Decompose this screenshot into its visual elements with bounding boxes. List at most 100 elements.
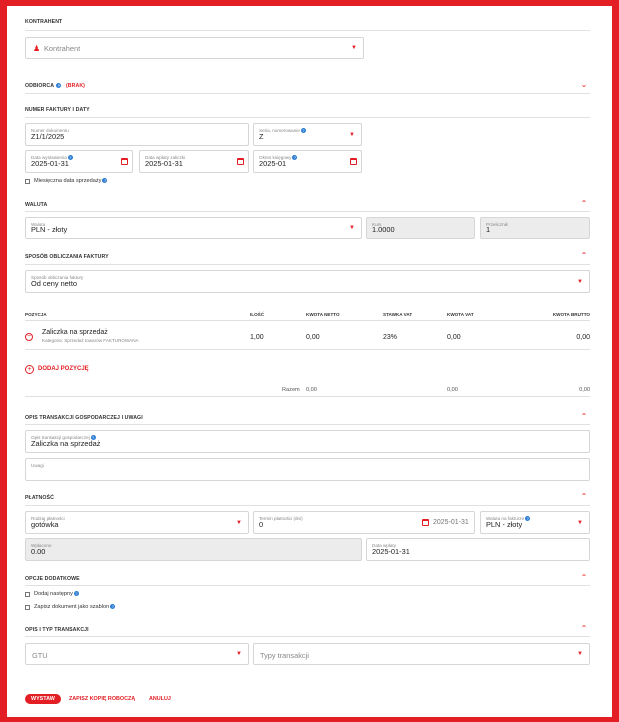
advance-date-field[interactable]: Data wpłaty zaliczki 2025-01-31 bbox=[139, 150, 249, 173]
odbiorca-status: (brak) bbox=[65, 83, 85, 89]
add-item-link[interactable]: Dodaj pozycję bbox=[38, 366, 89, 372]
divider bbox=[25, 349, 590, 350]
section-kontrahent-title: Kontrahent bbox=[25, 19, 63, 25]
section-typ-title: Opis i typ transakcji bbox=[25, 627, 89, 633]
kontrahent-placeholder: Kontrahent bbox=[44, 44, 81, 53]
monthly-date-label: Miesięczna data sprzedaży? bbox=[34, 178, 108, 184]
row-brutto: 0,00 bbox=[576, 334, 590, 341]
calendar-icon[interactable] bbox=[422, 519, 429, 526]
totals-label: Razem bbox=[282, 387, 300, 393]
field-value: 2025-01-31 bbox=[145, 159, 183, 168]
divider bbox=[25, 264, 590, 265]
payment-due-date: 2025-01-31 bbox=[433, 519, 469, 526]
gtu-select[interactable]: GTU ▼ bbox=[25, 643, 249, 665]
converter-field[interactable]: Przelicznik 1 bbox=[480, 217, 590, 239]
field-value: Z bbox=[259, 132, 264, 141]
divider bbox=[25, 30, 590, 31]
collapse-chevron-icon[interactable]: ⌃ bbox=[580, 200, 588, 208]
payment-date-field[interactable]: Data wpłaty 2025-01-31 bbox=[366, 538, 590, 561]
collapse-chevron-icon[interactable]: ⌃ bbox=[580, 493, 588, 501]
divider bbox=[25, 396, 590, 397]
cancel-button[interactable]: Anuluj bbox=[149, 696, 171, 702]
calendar-icon[interactable] bbox=[237, 157, 244, 165]
collapse-chevron-icon[interactable]: ⌃ bbox=[580, 252, 588, 260]
kontrahent-select[interactable]: ♟ Kontrahent ▼ bbox=[25, 37, 364, 59]
section-opis-title: Opis transakcji gospodarczej i uwagi bbox=[25, 415, 143, 421]
odbiorca-label: Odbiorca bbox=[25, 83, 54, 89]
expand-chevron-icon[interactable]: ⌄ bbox=[580, 81, 588, 89]
remove-row-icon[interactable]: − bbox=[25, 333, 33, 341]
collapse-chevron-icon[interactable]: ⌃ bbox=[580, 625, 588, 633]
calendar-icon[interactable] bbox=[350, 157, 357, 165]
divider bbox=[25, 320, 590, 321]
chevron-down-icon: ▼ bbox=[577, 278, 583, 285]
field-value: Z1/1/2025 bbox=[31, 132, 65, 141]
section-waluta-title: Waluta bbox=[25, 202, 48, 208]
collapse-chevron-icon[interactable]: ⌃ bbox=[580, 413, 588, 421]
col-header-pozycja: Pozycja bbox=[25, 312, 47, 317]
payment-term-field[interactable]: Termin płatności (dni) 0 2025-01-31 bbox=[253, 511, 475, 534]
section-sposob-title: Sposób obliczania faktury bbox=[25, 254, 109, 260]
field-value: 0 bbox=[259, 520, 264, 529]
add-next-checkbox[interactable] bbox=[25, 592, 30, 597]
info-icon: ? bbox=[102, 178, 108, 184]
divider bbox=[25, 636, 590, 637]
monthly-date-checkbox[interactable] bbox=[25, 179, 30, 184]
transaction-types-select[interactable]: Typy transakcji ▼ bbox=[253, 643, 590, 665]
col-header-ilosc: Ilość bbox=[250, 312, 265, 317]
info-icon: ? bbox=[110, 604, 116, 610]
person-icon: ♟ bbox=[33, 44, 41, 53]
field-value: PLN - złoty bbox=[31, 225, 68, 234]
remarks-field[interactable]: Uwagi bbox=[25, 458, 590, 481]
chevron-down-icon: ▼ bbox=[577, 519, 583, 526]
gtu-placeholder: GTU bbox=[32, 651, 48, 660]
col-header-brutto: Kwota brutto bbox=[552, 312, 590, 317]
paid-amount-field[interactable]: Wpłacono 0.00 bbox=[25, 538, 362, 561]
series-select[interactable]: Seria, numerowanie? Z ▼ bbox=[253, 123, 362, 146]
document-number-field[interactable]: Numer dokumentu Z1/1/2025 bbox=[25, 123, 249, 146]
collapse-chevron-icon[interactable]: ⌃ bbox=[580, 574, 588, 582]
row-vat: 0,00 bbox=[447, 334, 461, 341]
field-value: 0.00 bbox=[31, 547, 46, 556]
calculation-method-select[interactable]: Sposób obliczania faktury Od ceny netto … bbox=[25, 270, 590, 293]
total-vat: 0,00 bbox=[447, 387, 458, 393]
chevron-down-icon: ▼ bbox=[236, 519, 242, 526]
field-value: 2025-01 bbox=[259, 159, 287, 168]
field-value: PLN - złoty bbox=[486, 520, 523, 529]
divider bbox=[25, 93, 590, 94]
field-label: Seria, numerowanie? bbox=[259, 128, 306, 134]
transaction-description-field[interactable]: Opis transakcji gospodarczej? Zaliczka n… bbox=[25, 430, 590, 453]
issue-date-field[interactable]: Data wystawienia? 2025-01-31 bbox=[25, 150, 133, 173]
chevron-down-icon: ▼ bbox=[351, 45, 357, 51]
add-icon[interactable]: + bbox=[25, 365, 34, 374]
row-name[interactable]: Zaliczka na sprzedaż bbox=[42, 329, 108, 336]
payment-method-select[interactable]: Rodzaj płatności gotówka ▼ bbox=[25, 511, 249, 534]
row-netto[interactable]: 0,00 bbox=[306, 334, 320, 341]
exchange-rate-field[interactable]: Kurs 1.0000 bbox=[366, 217, 475, 239]
field-value: 1 bbox=[486, 225, 491, 234]
divider bbox=[25, 211, 590, 212]
divider bbox=[25, 585, 590, 586]
chevron-down-icon: ▼ bbox=[577, 651, 583, 657]
col-header-netto: Kwota netto bbox=[306, 312, 340, 317]
invoice-currency-select[interactable]: Waluta na fakturze? PLN - złoty ▼ bbox=[480, 511, 590, 534]
currency-select[interactable]: Waluta PLN - złoty ▼ bbox=[25, 217, 362, 239]
info-icon: ? bbox=[56, 83, 62, 89]
divider bbox=[25, 505, 590, 506]
field-label: Termin płatności (dni) bbox=[259, 516, 303, 521]
section-opcje-title: Opcje dodatkowe bbox=[25, 576, 80, 582]
info-icon: ? bbox=[73, 591, 79, 597]
row-stawka[interactable]: 23% bbox=[383, 334, 397, 341]
save-template-checkbox[interactable] bbox=[25, 605, 30, 610]
issue-button[interactable]: Wystaw bbox=[25, 694, 61, 704]
accounting-period-field[interactable]: Okres księgowy? 2025-01 bbox=[253, 150, 362, 173]
total-netto: 0,00 bbox=[306, 387, 317, 393]
chevron-down-icon: ▼ bbox=[349, 225, 355, 231]
row-ilosc[interactable]: 1,00 bbox=[250, 334, 264, 341]
field-value: gotówka bbox=[31, 520, 59, 529]
chevron-down-icon: ▼ bbox=[236, 651, 242, 657]
section-odbiorca-title[interactable]: Odbiorca ? (brak) bbox=[25, 83, 590, 89]
divider bbox=[25, 117, 590, 118]
calendar-icon[interactable] bbox=[121, 157, 128, 165]
save-draft-button[interactable]: Zapisz kopię roboczą bbox=[69, 696, 135, 702]
